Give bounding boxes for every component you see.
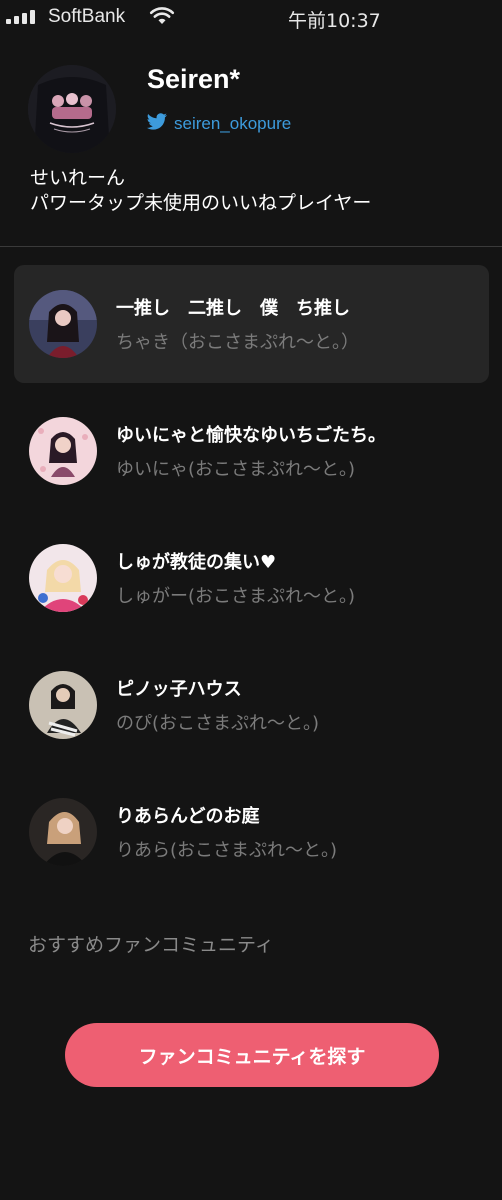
community-title: ゆいにゃと愉快なゆいちごたち。 xyxy=(116,425,386,446)
community-owner: ゆいにゃ(おこさまぷれ〜と。) xyxy=(116,459,356,480)
find-fan-community-button[interactable]: ファンコミュニティを探す xyxy=(65,1023,439,1087)
community-title: ピノッ子ハウス xyxy=(116,679,242,700)
community-avatar xyxy=(29,417,97,485)
community-title: 一推し 二推し 僕 ち推し xyxy=(116,298,350,319)
community-item[interactable]: りあらんどのお庭 りあら(おこさまぷれ〜と。) xyxy=(14,773,489,891)
community-avatar xyxy=(29,290,97,358)
divider xyxy=(0,246,502,247)
community-owner: りあら(おこさまぷれ〜と。) xyxy=(116,840,338,861)
community-avatar xyxy=(29,671,97,739)
signal-icon xyxy=(6,8,35,24)
status-time: 午前10:37 xyxy=(288,10,381,32)
community-avatar xyxy=(29,798,97,866)
community-avatar xyxy=(29,544,97,612)
community-item[interactable]: ピノッ子ハウス のぴ(おこさまぷれ〜と。) xyxy=(14,646,489,764)
community-owner: しゅがー(おこさまぷれ〜と。) xyxy=(116,586,356,607)
twitter-link[interactable]: seiren_okopure xyxy=(146,113,291,135)
community-item[interactable]: 一推し 二推し 僕 ち推し ちゃき（おこさまぷれ〜と。） xyxy=(14,265,489,383)
carrier-label: SoftBank xyxy=(48,6,126,27)
community-owner: ちゃき（おこさまぷれ〜と。） xyxy=(116,332,359,353)
profile-avatar[interactable] xyxy=(28,65,116,153)
twitter-bird-icon xyxy=(146,113,168,135)
profile-name: Seiren* xyxy=(147,64,241,94)
community-title: しゅが教徒の集い♥ xyxy=(116,552,277,573)
wifi-icon xyxy=(149,6,175,30)
status-bar: SoftBank 午前10:37 xyxy=(0,0,502,36)
recommended-section-label: おすすめファンコミュニティ xyxy=(28,934,274,956)
profile-bio: せいれーん パワータップ未使用のいいねプレイヤー xyxy=(30,166,371,216)
community-title: りあらんどのお庭 xyxy=(116,806,260,827)
community-item[interactable]: しゅが教徒の集い♥ しゅがー(おこさまぷれ〜と。) xyxy=(14,519,489,637)
bio-line: パワータップ未使用のいいねプレイヤー xyxy=(30,192,372,214)
twitter-handle[interactable]: seiren_okopure xyxy=(174,114,291,134)
community-item[interactable]: ゆいにゃと愉快なゆいちごたち。 ゆいにゃ(おこさまぷれ〜と。) xyxy=(14,392,489,510)
community-owner: のぴ(おこさまぷれ〜と。) xyxy=(116,713,320,734)
bio-line: せいれーん xyxy=(30,167,126,189)
